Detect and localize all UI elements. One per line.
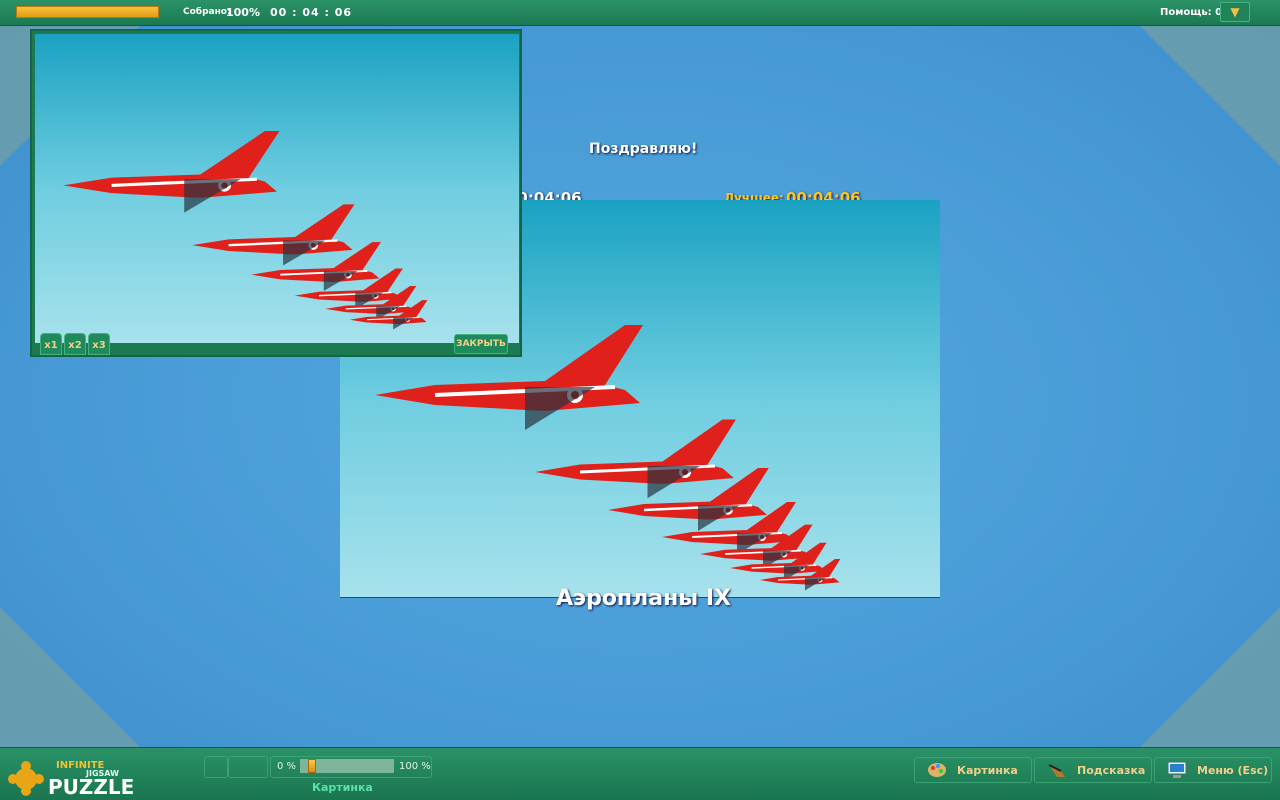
hint-hand-icon <box>1047 761 1067 779</box>
congrats-text: Поздравляю! <box>589 141 698 157</box>
zoom-x2-button[interactable]: x2 <box>64 333 86 355</box>
slider-max-label: 100 % <box>399 761 431 772</box>
palette-icon <box>927 761 947 779</box>
assembly-progress-bar <box>16 6 159 18</box>
bottom-bar: INFINITE JIGSAW PUZZLE 0 % 100 % Картинк… <box>0 747 1280 800</box>
picture-button[interactable]: Картинка <box>914 757 1032 783</box>
help-count: Помощь: 0 <box>1160 7 1223 18</box>
picture-opacity-slider[interactable] <box>300 759 394 773</box>
slider-min-label: 0 % <box>277 761 297 772</box>
menu-button-label: Меню (Esc) <box>1197 763 1269 777</box>
menu-button[interactable]: Меню (Esc) <box>1154 757 1272 783</box>
game-logo: INFINITE JIGSAW PUZZLE <box>8 754 138 799</box>
empty-slot <box>228 756 268 778</box>
puzzle-piece-icon <box>8 761 44 796</box>
monitor-icon <box>1167 761 1187 779</box>
picture-button-label: Картинка <box>957 763 1018 777</box>
preview-image <box>35 34 519 343</box>
collected-value: 100% <box>226 6 260 19</box>
timer: 00 : 04 : 06 <box>270 6 353 19</box>
zoom-x3-button[interactable]: x3 <box>88 333 110 355</box>
preview-window: x1 x2 x3 ЗАКРЫТЬ <box>30 29 522 357</box>
empty-slot <box>204 756 228 778</box>
hint-button[interactable]: Подсказка <box>1034 757 1152 783</box>
top-bar: Собрано: 100% 00 : 04 : 06 Помощь: 0 ▼ <box>0 0 1280 26</box>
hint-button-label: Подсказка <box>1077 763 1146 777</box>
slider-label: Картинка <box>312 781 373 794</box>
help-button[interactable]: ▼ <box>1220 2 1250 22</box>
zoom-x1-button[interactable]: x1 <box>40 333 62 355</box>
close-preview-button[interactable]: ЗАКРЫТЬ <box>454 334 508 354</box>
puzzle-title: Аэропланы IX <box>556 586 731 611</box>
slider-thumb[interactable] <box>308 759 316 773</box>
svg-text:PUZZLE: PUZZLE <box>48 775 134 796</box>
triangle-down-icon: ▼ <box>1230 5 1240 19</box>
collected-label: Собрано: <box>183 7 231 17</box>
